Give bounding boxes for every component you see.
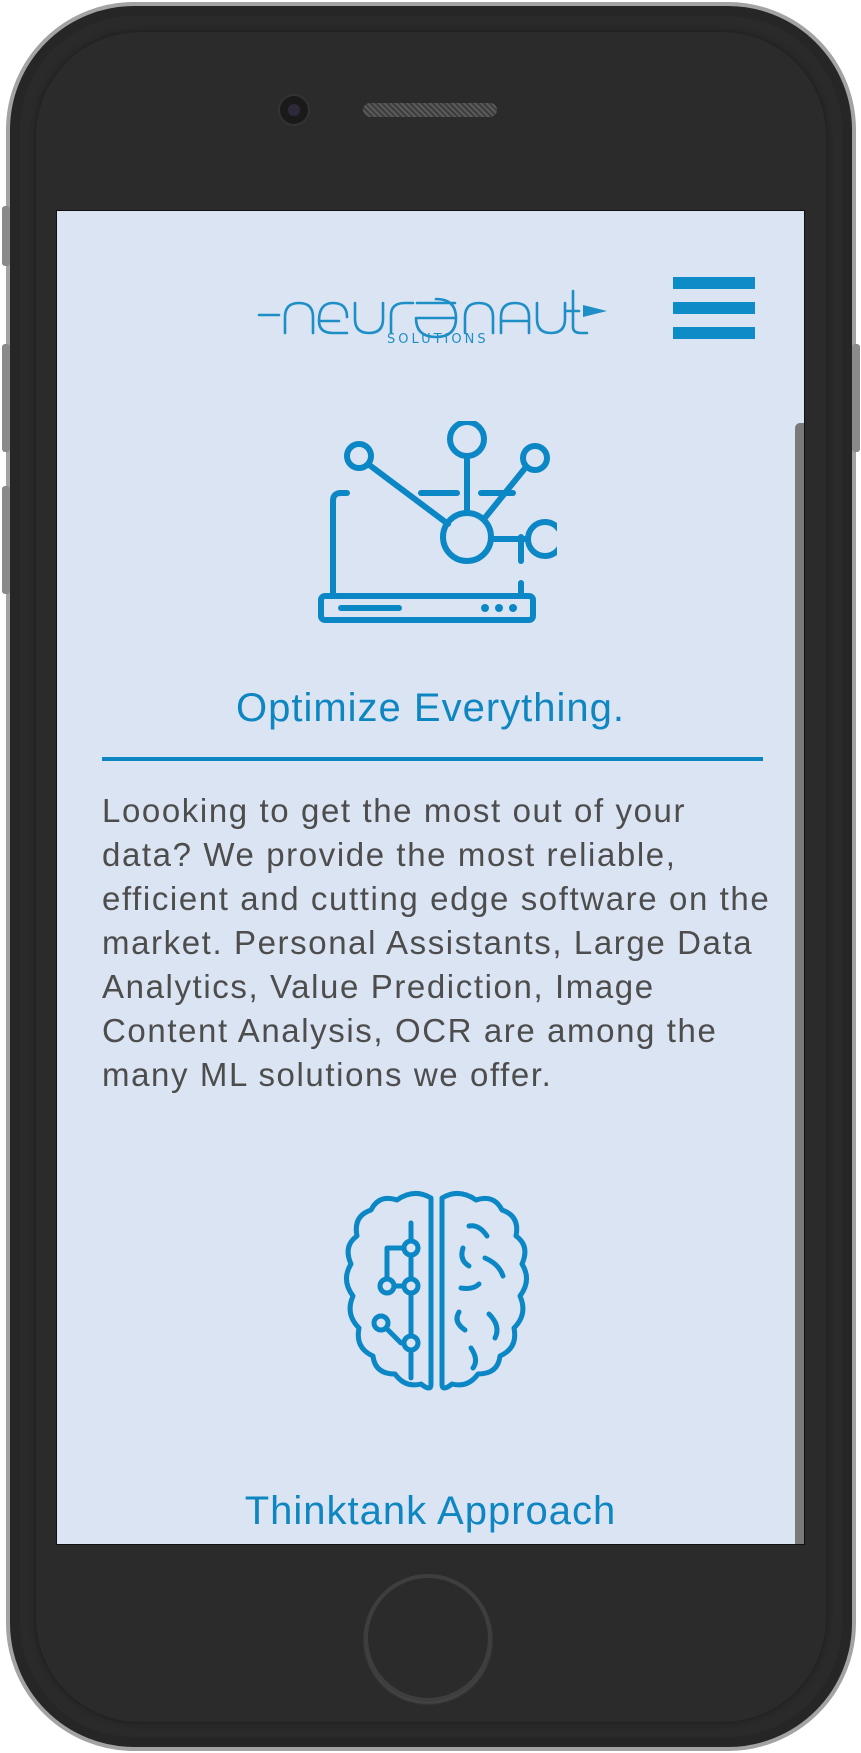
hamburger-menu-button[interactable] xyxy=(673,277,755,339)
silent-switch xyxy=(2,206,10,266)
scrollbar[interactable] xyxy=(795,423,804,1544)
power-button xyxy=(852,344,860,452)
earpiece-speaker xyxy=(363,103,497,117)
site-header: SOLUTIONS xyxy=(57,211,804,361)
front-camera xyxy=(280,96,308,124)
hamburger-menu-icon-bar xyxy=(673,327,755,339)
section-divider xyxy=(102,757,763,761)
hamburger-menu-icon-bar xyxy=(673,302,755,314)
volume-up-button xyxy=(2,344,10,452)
brain-circuit-icon xyxy=(344,1191,529,1391)
section-title-optimize: Optimize Everything. xyxy=(235,686,626,730)
section-description: Loooking to get the most out of your dat… xyxy=(102,792,771,1093)
logo-subtitle: SOLUTIONS xyxy=(387,332,489,347)
section-title-thinktank: Thinktank Approach xyxy=(244,1489,617,1533)
volume-down-button xyxy=(2,486,10,594)
home-button[interactable] xyxy=(364,1574,492,1702)
hamburger-menu-icon-bar xyxy=(673,277,755,289)
laptop-network-icon xyxy=(318,421,557,623)
screen: SOLUTIONS Optimize Everything. Loooking … xyxy=(56,210,805,1545)
